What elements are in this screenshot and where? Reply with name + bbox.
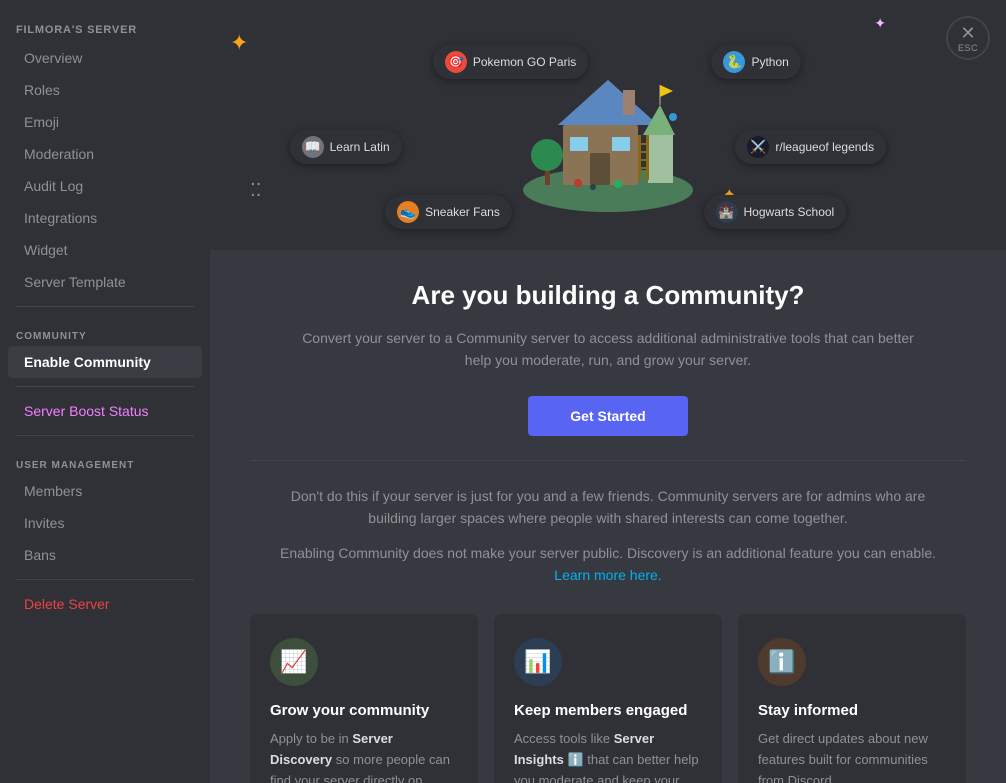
sidebar: FILMORA'S SERVER Overview Roles Emoji Mo… xyxy=(0,0,210,783)
bubble-sneaker: 👟 Sneaker Fans xyxy=(385,195,512,229)
dots-icon: ⁚⁚ xyxy=(250,180,261,201)
sidebar-item-overview[interactable]: Overview xyxy=(8,42,202,74)
bubble-python-label: Python xyxy=(751,55,788,69)
sparkle-icon: ✦ xyxy=(230,30,248,56)
warning-text-2-pre: Enabling Community does not make your se… xyxy=(280,545,936,561)
esc-label: ESC xyxy=(958,43,978,53)
bubble-latin-icon: 📖 xyxy=(302,136,324,158)
user-mgmt-label: USER MANAGEMENT xyxy=(0,444,210,475)
feature-card-informed: ℹ️ Stay informed Get direct updates abou… xyxy=(738,614,966,783)
sidebar-item-invites[interactable]: Invites xyxy=(8,507,202,539)
sidebar-item-server-boost[interactable]: Server Boost Status xyxy=(8,395,202,427)
bubble-sneaker-label: Sneaker Fans xyxy=(425,205,500,219)
server-name: FILMORA'S SERVER xyxy=(0,16,210,42)
bubble-latin: 📖 Learn Latin xyxy=(290,130,402,164)
grow-card-desc: Apply to be in Server Discovery so more … xyxy=(270,729,458,783)
sidebar-item-server-template[interactable]: Server Template xyxy=(8,266,202,298)
close-icon: ✕ xyxy=(960,24,975,42)
main-content: ✕ ESC ✦ ✦ ⁚⁚ ✦ 🎯 Pokemon GO Paris 🐍 Pyth… xyxy=(210,0,1006,783)
community-section-label: COMMUNITY xyxy=(0,315,210,346)
learn-more-link[interactable]: Learn more here. xyxy=(554,567,661,583)
feature-cards: 📈 Grow your community Apply to be in Ser… xyxy=(250,614,966,783)
hero-section: ✦ ✦ ⁚⁚ ✦ 🎯 Pokemon GO Paris 🐍 Python 📖 L… xyxy=(210,0,1006,250)
center-building-illustration xyxy=(508,35,708,215)
content-area: Are you building a Community? Convert yo… xyxy=(210,250,1006,783)
sidebar-item-emoji[interactable]: Emoji xyxy=(8,106,202,138)
sidebar-divider-2 xyxy=(16,386,194,387)
main-subtitle: Convert your server to a Community serve… xyxy=(288,327,928,372)
feature-card-grow: 📈 Grow your community Apply to be in Ser… xyxy=(250,614,478,783)
main-heading: Are you building a Community? xyxy=(250,280,966,311)
sparkle-small-icon: ✦ xyxy=(874,15,886,32)
bubble-hogwarts-label: Hogwarts School xyxy=(744,205,835,219)
sidebar-divider-1 xyxy=(16,306,194,307)
bubble-hogwarts: 🏰 Hogwarts School xyxy=(704,195,847,229)
sidebar-item-members[interactable]: Members xyxy=(8,475,202,507)
engage-card-title: Keep members engaged xyxy=(514,702,702,719)
feature-card-engage: 📊 Keep members engaged Access tools like… xyxy=(494,614,722,783)
sidebar-item-audit-log[interactable]: Audit Log xyxy=(8,170,202,202)
sidebar-divider-4 xyxy=(16,579,194,580)
bubble-league-label: r/leagueof legends xyxy=(775,140,874,154)
sidebar-item-moderation[interactable]: Moderation xyxy=(8,138,202,170)
sidebar-item-roles[interactable]: Roles xyxy=(8,74,202,106)
get-started-button[interactable]: Get Started xyxy=(528,396,688,436)
close-button[interactable]: ✕ ESC xyxy=(946,16,990,60)
bubble-python: 🐍 Python xyxy=(711,45,800,79)
bubble-pokemon-icon: 🎯 xyxy=(445,51,467,73)
informed-card-title: Stay informed xyxy=(758,702,946,719)
sidebar-divider-3 xyxy=(16,435,194,436)
sidebar-item-bans[interactable]: Bans xyxy=(8,539,202,571)
engage-card-desc: Access tools like Server Insights ℹ️ tha… xyxy=(514,729,702,783)
bubble-python-icon: 🐍 xyxy=(723,51,745,73)
sidebar-item-enable-community[interactable]: Enable Community xyxy=(8,346,202,378)
sidebar-item-widget[interactable]: Widget xyxy=(8,234,202,266)
warning-text-2: Enabling Community does not make your se… xyxy=(268,542,948,587)
grow-card-title: Grow your community xyxy=(270,702,458,719)
sidebar-item-integrations[interactable]: Integrations xyxy=(8,202,202,234)
bubble-latin-label: Learn Latin xyxy=(330,140,390,154)
grow-icon: 📈 xyxy=(270,638,318,686)
bubble-league-icon: ⚔️ xyxy=(747,136,769,158)
sidebar-item-delete-server[interactable]: Delete Server xyxy=(8,588,202,620)
bubble-league: ⚔️ r/leagueof legends xyxy=(735,130,886,164)
bubble-sneaker-icon: 👟 xyxy=(397,201,419,223)
informed-icon: ℹ️ xyxy=(758,638,806,686)
content-divider xyxy=(250,460,966,461)
bubble-hogwarts-icon: 🏰 xyxy=(716,201,738,223)
informed-card-desc: Get direct updates about new features bu… xyxy=(758,729,946,783)
warning-text-1: Don't do this if your server is just for… xyxy=(268,485,948,530)
engage-icon: 📊 xyxy=(514,638,562,686)
